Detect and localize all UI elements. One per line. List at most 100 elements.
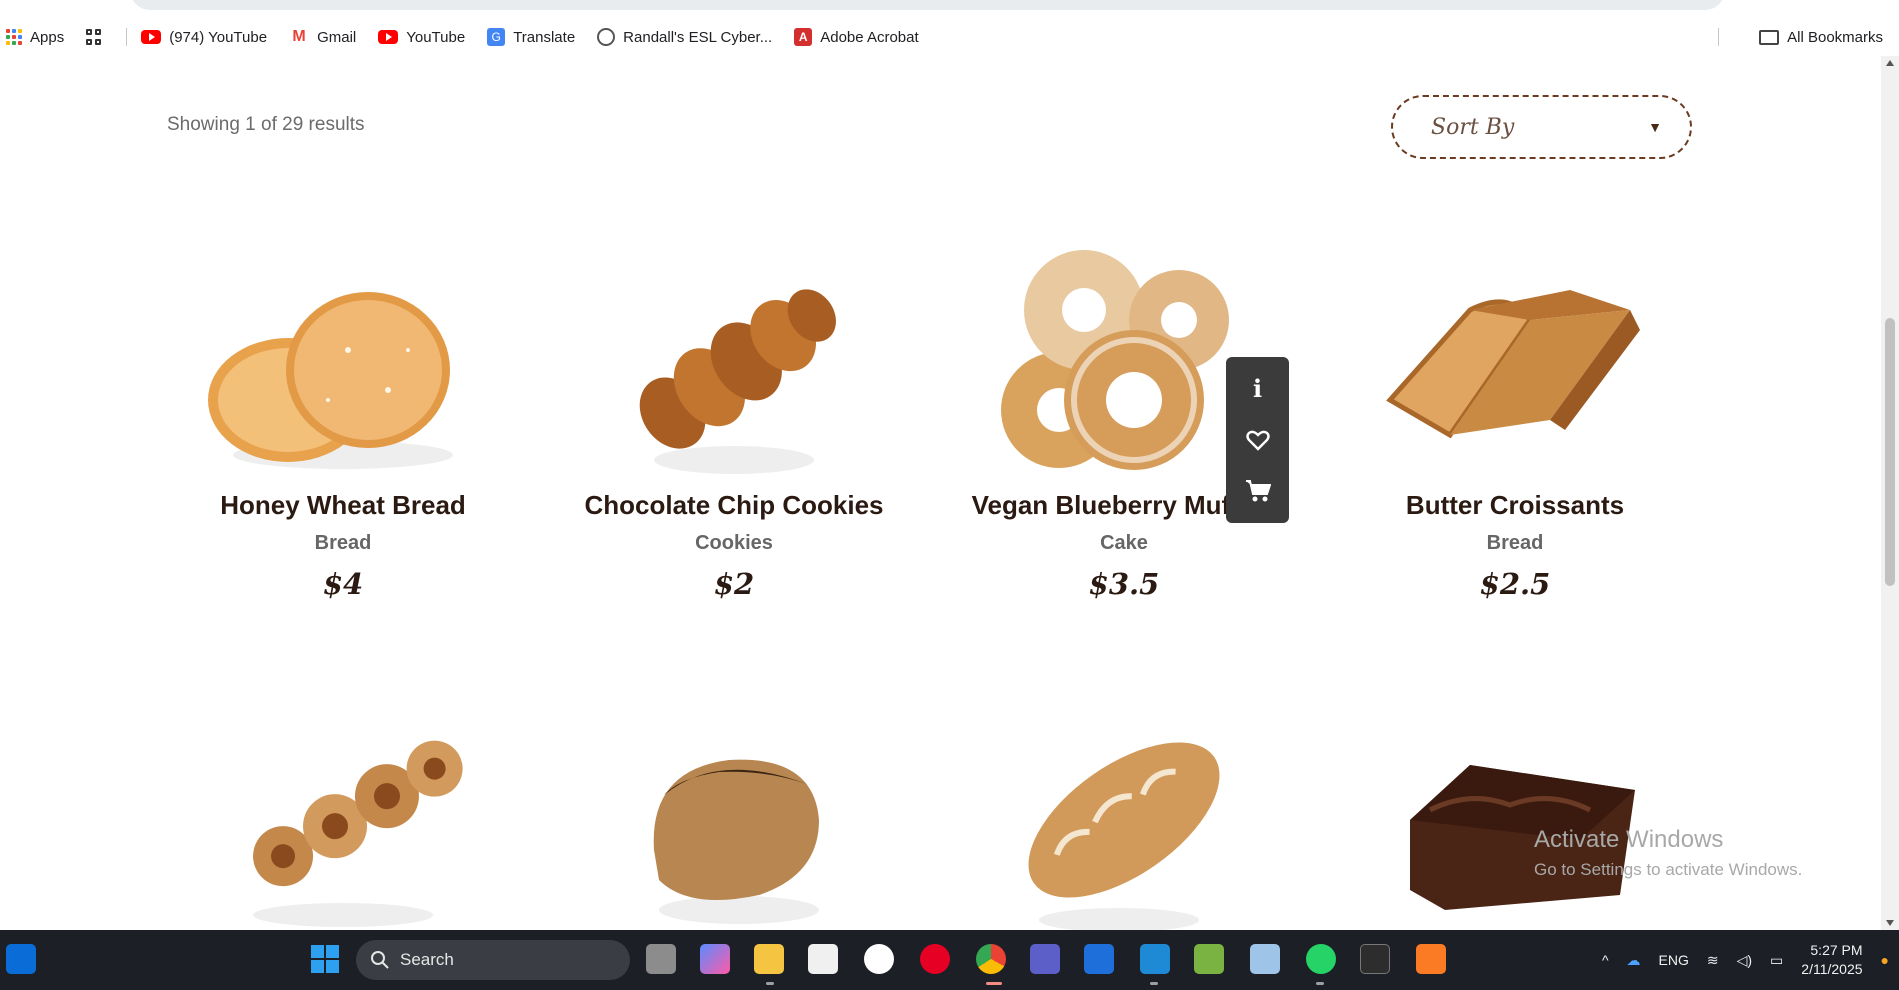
terminal-icon[interactable] [1360,944,1390,974]
info-icon: i [1252,374,1263,404]
watermark-title: Activate Windows [1534,826,1724,853]
vscode-icon[interactable] [1140,944,1170,974]
heart-icon [1245,430,1270,451]
whatsapp-icon[interactable] [1306,944,1336,974]
bookmark-label: YouTube [406,28,466,46]
onedrive-icon[interactable]: ☁ [1627,952,1641,969]
photos-icon[interactable] [1194,944,1224,974]
product-image-rustic-bread[interactable] [959,710,1289,930]
bookmark-label: Adobe Acrobat [820,28,919,46]
bookmark-gmail[interactable]: M Gmail [289,28,356,46]
pinterest-icon[interactable] [920,944,950,974]
running-indicator [766,982,774,985]
info-button[interactable]: i [1238,369,1278,409]
bookmark-acrobat[interactable]: A Adobe Acrobat [794,28,919,46]
microsoft-store-icon[interactable] [808,944,838,974]
teams-icon[interactable] [1030,944,1060,974]
apps-grid-icon [6,29,22,45]
running-indicator [1150,982,1158,985]
wishlist-button[interactable] [1238,420,1278,460]
all-bookmarks-button[interactable]: All Bookmarks [1759,18,1883,56]
copilot-icon[interactable] [700,944,730,974]
xampp-icon[interactable] [1416,944,1446,974]
bookmark-youtube[interactable]: YouTube [378,29,465,46]
bookmarks-bar: Apps (974) YouTube M Gmail YouTube G Tra… [0,18,1899,56]
translate-icon: G [487,28,506,46]
product-price: $4 [322,567,364,601]
bookmark-randalls[interactable]: Randall's ESL Cyber... [597,28,772,46]
bookmark-youtube-974[interactable]: (974) YouTube [141,29,267,46]
product-card[interactable] [959,710,1289,930]
activate-windows-watermark: Activate Windows Go to Settings to activ… [1534,826,1802,880]
volume-icon[interactable]: ◁) [1737,952,1752,969]
product-price: $2 [713,567,755,601]
acrobat-icon: A [794,28,813,46]
file-explorer-icon[interactable] [754,944,784,974]
battery-icon[interactable]: ▭ [1770,952,1783,969]
watermark-subtitle: Go to Settings to activate Windows. [1534,860,1803,879]
youtube-icon [141,30,162,44]
scroll-down-icon[interactable] [1886,920,1894,926]
windows-start-icon[interactable] [310,944,340,974]
product-name[interactable]: Butter Croissants [1350,490,1680,521]
gmail-icon: M [292,28,306,45]
product-name[interactable]: Honey Wheat Bread [178,490,508,521]
sort-label: Sort By [1431,114,1515,140]
product-card[interactable] [1350,710,1680,930]
product-action-panel: i [1226,357,1289,523]
divider [1718,28,1719,46]
product-image-whole-grain-loaf[interactable] [569,710,899,930]
product-card[interactable] [178,710,508,930]
taskbar-search[interactable]: Search [356,940,630,980]
product-name[interactable]: Chocolate Chip Cookies [569,490,899,521]
search-placeholder: Search [400,950,454,969]
upwork-icon[interactable] [864,944,894,974]
product-category: Bread [1486,532,1544,554]
task-manager-icon[interactable] [1250,944,1280,974]
product-card[interactable]: Chocolate Chip Cookies Cookies $2 [569,250,899,601]
page-viewport: Showing 1 of 29 results Sort By ▼ Honey … [0,56,1881,930]
bookmark-apps[interactable]: Apps [6,29,64,46]
product-image-sliced-bread[interactable] [1350,250,1680,490]
widgets-icon[interactable] [6,944,36,974]
product-card[interactable]: Butter Croissants Bread $2.5 [1350,250,1680,601]
address-bar[interactable] [130,0,1725,10]
clock[interactable]: 5:27 PM 2/11/2025 [1801,941,1862,979]
url-strip [0,0,1899,18]
product-card[interactable]: Honey Wheat Bread Bread $4 [178,250,508,601]
product-image-brownie[interactable] [1350,710,1680,930]
vertical-scrollbar[interactable] [1881,56,1899,930]
headphones-icon [597,28,616,46]
product-category: Cake [1100,532,1148,554]
bookmark-translate[interactable]: G Translate [487,28,575,46]
product-category: Bread [314,532,372,554]
notification-bell-icon[interactable]: ● [1881,952,1889,968]
wifi-icon[interactable]: ≋ [1707,952,1719,969]
product-image-cinnamon-rolls[interactable] [178,710,508,930]
scroll-thumb[interactable] [1885,318,1895,586]
product-image-braided-bread[interactable] [569,250,899,490]
running-indicator [1316,982,1324,985]
chevron-up-icon[interactable]: ^ [1602,952,1609,968]
task-view-icon[interactable] [646,944,676,974]
clock-time: 5:27 PM [1810,942,1863,958]
all-bookmarks-label: All Bookmarks [1787,28,1883,46]
bookmark-label: Translate [513,28,576,46]
product-price: $2.5 [1479,567,1551,601]
bookmark-label: Gmail [317,28,357,46]
cart-icon [1245,480,1271,502]
chrome-icon[interactable] [976,944,1006,974]
power-automate-icon[interactable] [1084,944,1114,974]
language-indicator[interactable]: ENG [1659,952,1689,968]
tab-groups-icon [86,29,102,45]
system-tray: ^ ☁ ENG ≋ ◁) ▭ 5:27 PM 2/11/2025 ● [1602,930,1889,990]
sort-dropdown[interactable]: Sort By ▼ [1391,95,1692,159]
tab-groups-button[interactable] [86,29,102,45]
add-to-cart-button[interactable] [1238,471,1278,511]
product-image-donuts[interactable] [178,250,508,490]
product-card[interactable] [569,710,899,930]
product-price: $3.5 [1088,567,1160,601]
scroll-up-icon[interactable] [1886,60,1894,66]
chevron-down-icon: ▼ [1648,119,1662,135]
results-count: Showing 1 of 29 results [167,114,365,135]
